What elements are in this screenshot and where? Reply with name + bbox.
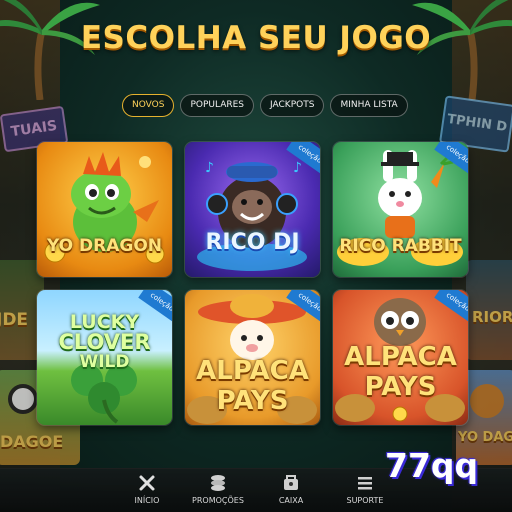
- page-title: ESCOLHA SEU JOGO: [80, 20, 432, 56]
- nav-label: SUPORTE: [346, 496, 384, 505]
- tab-jackpots[interactable]: JACKPOTS: [260, 94, 325, 117]
- coins-stack-icon: [211, 475, 225, 491]
- nav-promocoes[interactable]: PROMOÇÕES: [183, 473, 253, 505]
- rabbit-icon: [337, 150, 463, 266]
- game-title: ALPACA PAYS: [196, 356, 309, 416]
- game-title: RICO RABBIT: [339, 236, 462, 256]
- game-art-gorilla-dj: ♪ ♪: [185, 142, 320, 277]
- svg-text:♪: ♪: [205, 160, 214, 176]
- game-card-yo-dragon[interactable]: YO DRAGON: [37, 142, 172, 277]
- tab-minha-lista[interactable]: MINHA LISTA: [330, 94, 408, 117]
- svg-text:♪: ♪: [293, 160, 302, 176]
- nav-inicio[interactable]: INÍCIO: [112, 473, 182, 505]
- nav-label: PROMOÇÕES: [192, 496, 244, 505]
- game-title: ALPACA PAYS: [344, 342, 457, 402]
- category-tabs: NOVOS POPULARES JACKPOTS MINHA LISTA: [122, 94, 408, 117]
- close-x-icon: [139, 475, 155, 491]
- background-side-card-right: RIOR: [466, 260, 512, 360]
- nav-label: CAIXA: [278, 496, 304, 505]
- game-title: RICO DJ: [205, 230, 300, 255]
- game-title: LUCKY CLOVER WILD: [58, 311, 151, 372]
- game-grid: YO DRAGON ♪ ♪ coleção RICO DJ coleção RI…: [37, 142, 468, 432]
- tab-populares[interactable]: POPULARES: [180, 94, 255, 117]
- game-card-alpaca-pays[interactable]: coleção ALPACA PAYS: [185, 290, 320, 425]
- watermark-logo: 77qq: [385, 446, 479, 485]
- game-card-lucky-clover-wild[interactable]: coleção LUCKY CLOVER WILD: [37, 290, 172, 425]
- wallet-icon: [284, 475, 298, 490]
- nav-caixa[interactable]: CAIXA: [256, 473, 326, 505]
- game-card-rico-dj[interactable]: ♪ ♪ coleção RICO DJ: [185, 142, 320, 277]
- game-card-alpaca-pays-owl[interactable]: coleção ALPACA PAYS: [333, 290, 468, 425]
- game-card-rico-rabbit[interactable]: coleção RICO RABBIT: [333, 142, 468, 277]
- nav-label: INÍCIO: [134, 496, 160, 505]
- game-art-rabbit: [333, 142, 468, 277]
- game-title: YO DRAGON: [46, 236, 163, 256]
- dragon-icon: [44, 152, 165, 264]
- tab-novos[interactable]: NOVOS: [122, 94, 175, 117]
- menu-lines-icon: [358, 477, 372, 490]
- gorilla-dj-icon: ♪ ♪: [197, 160, 307, 271]
- game-art-dragon: [37, 142, 172, 277]
